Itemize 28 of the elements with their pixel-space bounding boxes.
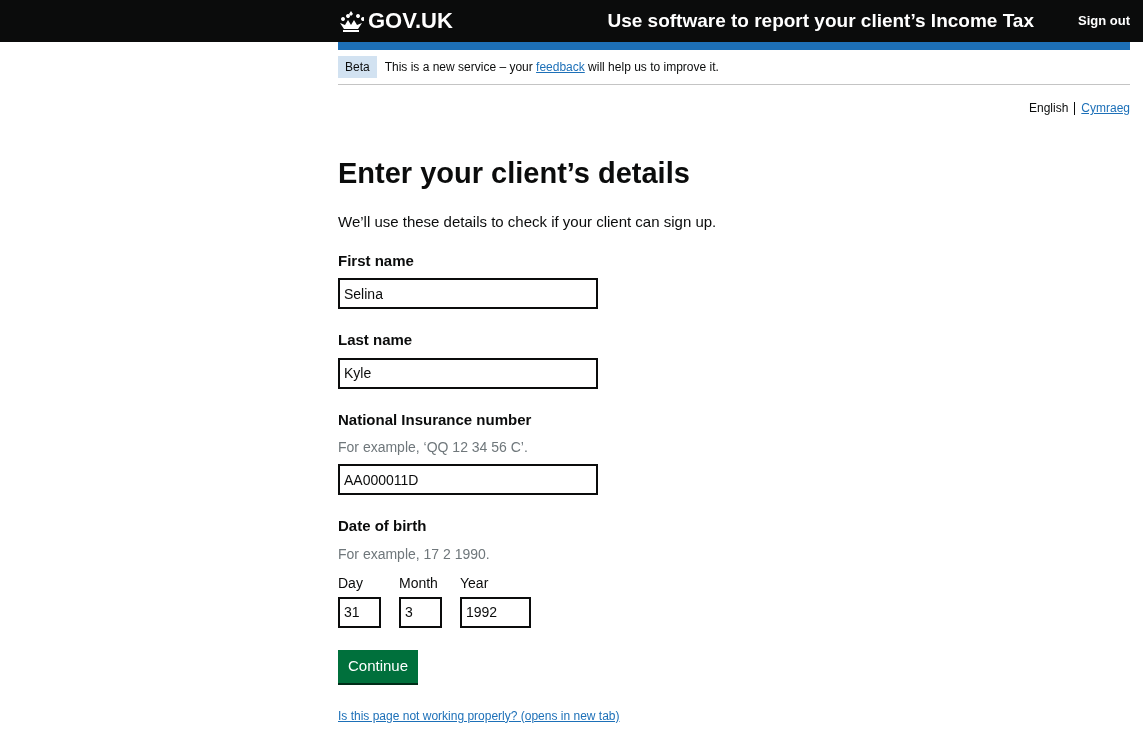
date-input[interactable]: 1992 [460,596,531,628]
date-part-label: Day [338,573,364,593]
date-part-label: Year [460,573,490,593]
field-label: First name [338,250,415,271]
hint-text: For example, ‘QQ 12 34 56 C’. [338,438,529,458]
text-input[interactable]: Kyle [338,357,598,389]
field-label: National Insurance number [338,409,533,430]
language-option[interactable]: Cymraeg [1081,99,1130,117]
field-label: Last name [338,330,414,351]
service-name: Use software to report your client’s Income Tax [607,8,1034,33]
help-link[interactable]: Is this page not working properly? (opens in new tab) [338,708,620,723]
phase-tag: Beta [338,56,377,78]
date-part-label: Month [399,573,439,593]
text-input[interactable]: Selina [338,278,598,310]
language-option: English [1028,99,1069,117]
intro-text: We’ll use these details to check if your client can sign up. [338,212,718,233]
page-heading: Enter your client’s details [338,156,691,191]
field-label: Date of birth [338,516,428,537]
logo-link[interactable]: GOV.UK [368,10,453,32]
text-input[interactable]: AA000011D [338,464,598,496]
sign-out-link[interactable]: Sign out [1078,11,1130,31]
phase-banner-text: This is a new service – your feedback will help us to improve it. [384,59,719,76]
feedback-link[interactable]: feedback [536,60,585,74]
hint-text: For example, 17 2 1990. [338,544,491,564]
continue-button[interactable]: Continue [338,649,419,683]
crown-icon [338,10,364,32]
date-input[interactable]: 31 [338,596,381,628]
date-input[interactable]: 3 [399,596,442,628]
